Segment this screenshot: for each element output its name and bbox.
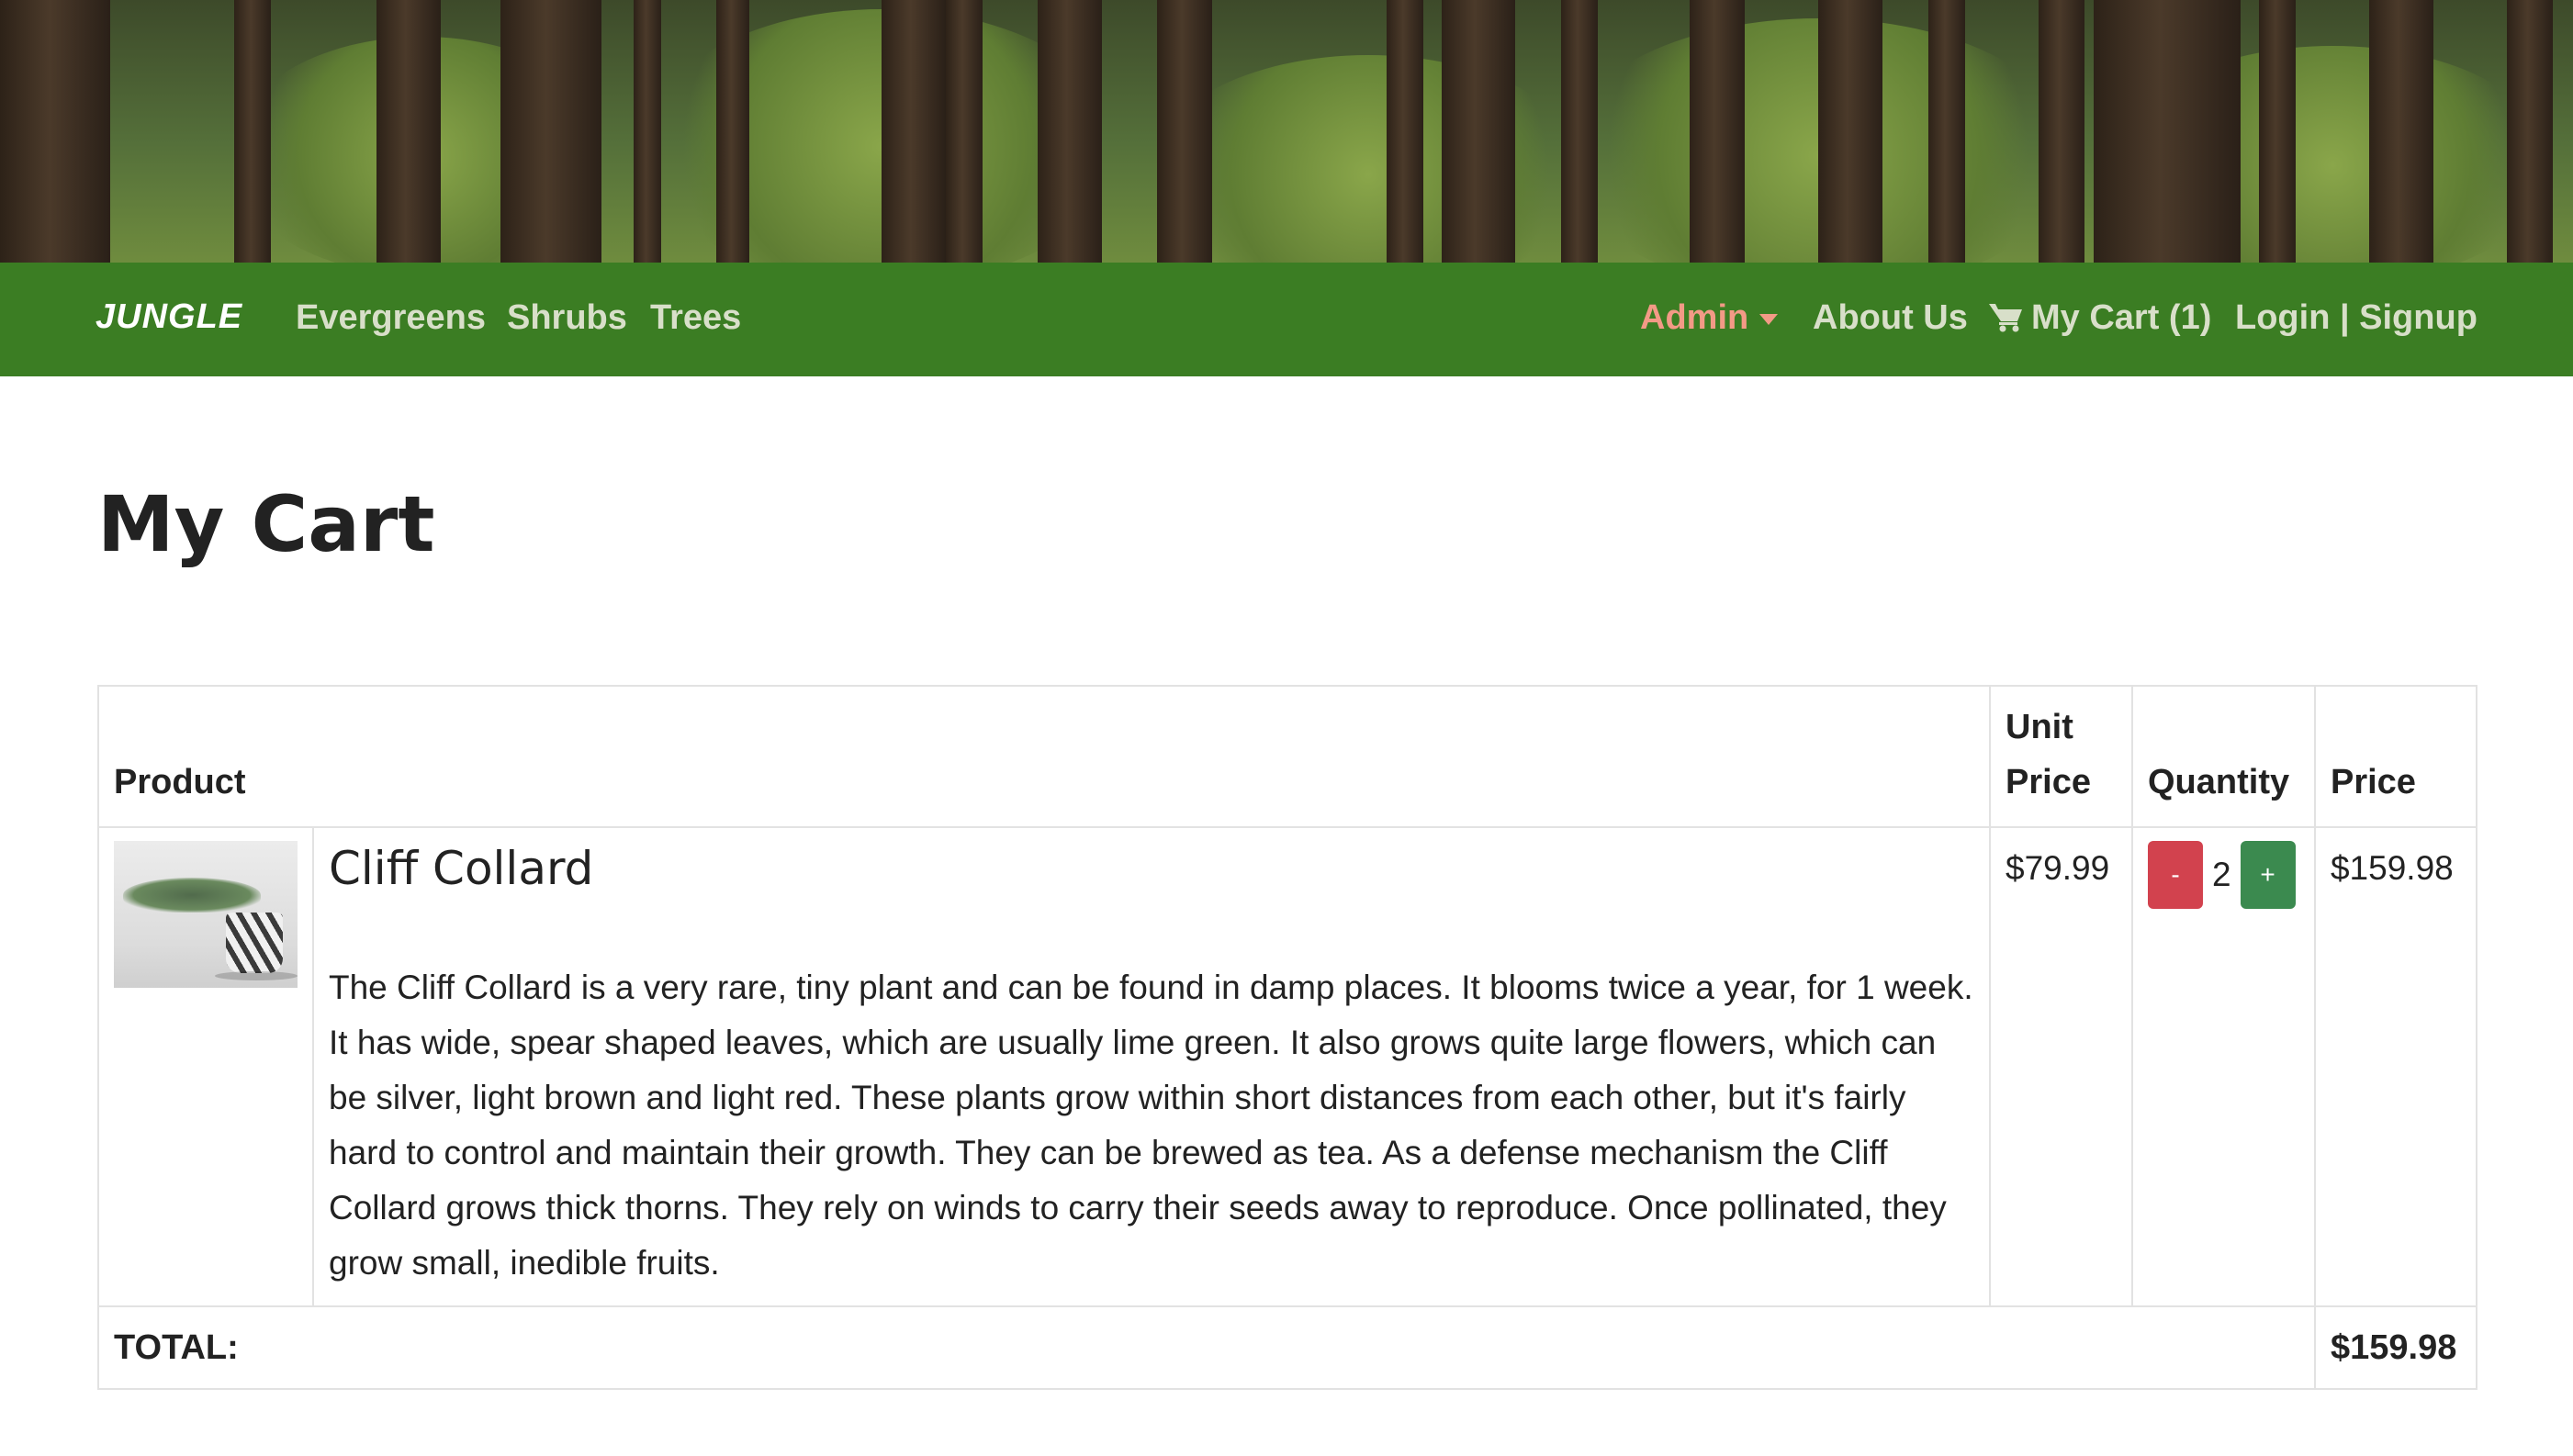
chevron-down-icon <box>1759 313 1779 325</box>
cart-table: Product Unit Price Quantity Price Cliff … <box>96 685 2478 1390</box>
forest-banner <box>0 0 2573 263</box>
shopping-cart-icon <box>1989 304 2022 332</box>
unit-price: $79.99 <box>1989 826 2133 1307</box>
line-price: $159.98 <box>2313 826 2478 1307</box>
nav-login-signup[interactable]: Login | Signup <box>2235 298 2477 338</box>
decrease-quantity-button[interactable]: - <box>2148 841 2203 909</box>
product-description: The Cliff Collard is a very rare, tiny p… <box>329 969 1973 1282</box>
quantity-cell: - 2 + <box>2131 826 2316 1307</box>
nav-evergreens[interactable]: Evergreens <box>296 298 486 338</box>
nav-about-us[interactable]: About Us <box>1813 298 1968 338</box>
product-name[interactable]: Cliff Collard <box>329 841 1974 896</box>
nav-trees[interactable]: Trees <box>650 298 741 338</box>
header-unit-price: Unit Price <box>1989 685 2133 828</box>
header-quantity: Quantity <box>2131 685 2316 828</box>
table-row: Cliff Collard The Cliff Collard is a ver… <box>97 826 2478 1307</box>
product-info-cell: Cliff Collard The Cliff Collard is a ver… <box>311 826 1992 1307</box>
nav-my-cart[interactable]: My Cart (1) <box>1989 298 2211 338</box>
nav-shrubs[interactable]: Shrubs <box>507 298 627 338</box>
header-product: Product <box>96 685 1992 828</box>
nav-admin-label: Admin <box>1640 298 1749 337</box>
main-navbar: JUNGLE Evergreens Shrubs Trees Admin Abo… <box>0 263 2573 376</box>
nav-my-cart-label: My Cart (1) <box>2031 298 2212 337</box>
quantity-value: 2 <box>2212 856 2231 893</box>
cart-header-row: Product Unit Price Quantity Price <box>96 685 2478 828</box>
quantity-stepper: - 2 + <box>2148 841 2299 909</box>
total-row: TOTAL: $159.98 <box>97 1305 2478 1390</box>
brand-logo[interactable]: JUNGLE <box>96 297 242 337</box>
increase-quantity-button[interactable]: + <box>2240 841 2296 909</box>
product-image[interactable] <box>114 841 298 988</box>
total-label: TOTAL: <box>97 1305 2316 1390</box>
page-title: My Cart <box>97 479 435 569</box>
product-image-cell <box>97 826 314 1307</box>
nav-admin-dropdown[interactable]: Admin <box>1640 298 1779 338</box>
header-price: Price <box>2313 685 2478 828</box>
total-value: $159.98 <box>2313 1305 2478 1390</box>
